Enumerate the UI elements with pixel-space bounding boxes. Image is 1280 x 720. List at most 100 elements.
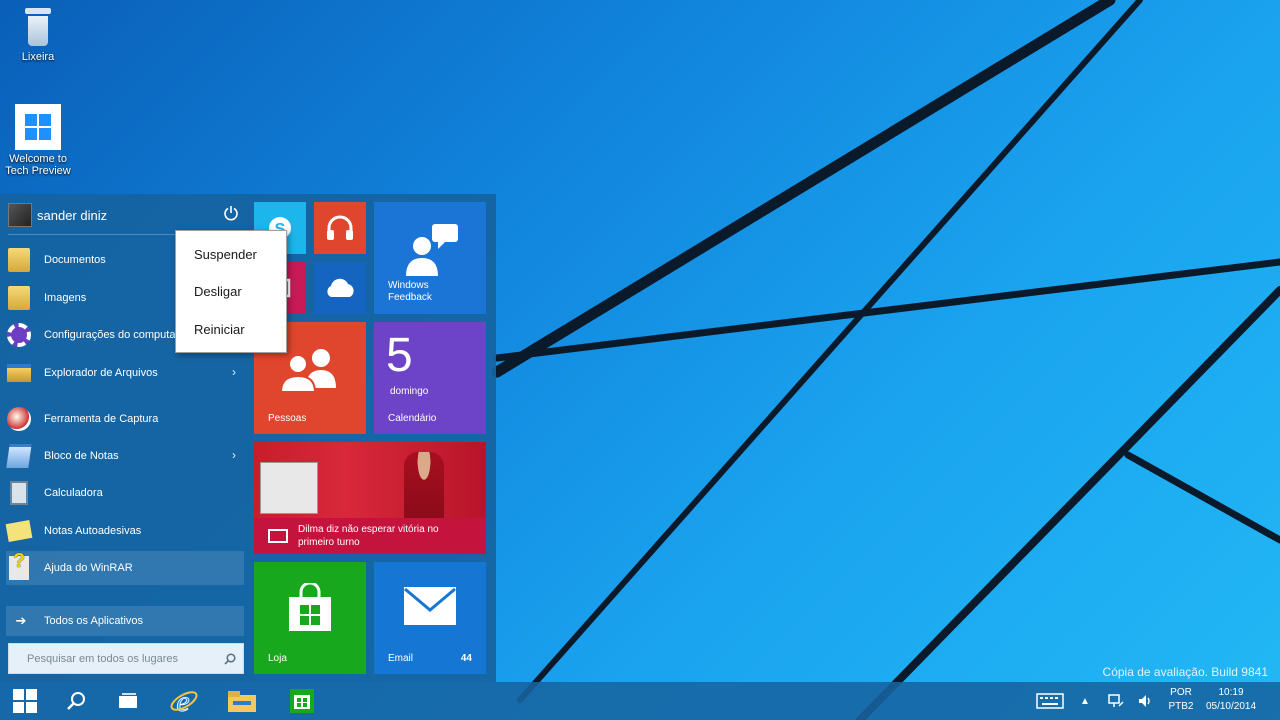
power-options-menu: Suspender Desligar Reiniciar [175, 230, 287, 353]
file-explorer-icon [228, 691, 256, 712]
shopping-bag-icon [284, 582, 336, 634]
keyboard-layout: PTB2 [1168, 701, 1194, 712]
arrow-right-icon: ➔ [15, 613, 27, 628]
show-hidden-icons-button[interactable]: ▲ [1076, 682, 1094, 720]
search-icon [67, 692, 85, 710]
tile-calendar[interactable]: 5 domingo Calendário [374, 322, 486, 434]
taskbar: e ▲ POR PTB2 10:19 05/10/2014 [0, 682, 1280, 720]
news-caption-bar: Dilma diz não esperar vitória no primeir… [254, 518, 486, 554]
folder-icon [6, 247, 32, 273]
feedback-icon [402, 222, 462, 278]
chevron-right-icon[interactable]: › [232, 365, 236, 379]
evaluation-watermark: Cópia de avaliação. Build 9841 [1102, 665, 1268, 679]
tile-news[interactable]: Dilma diz não esperar vitória no primeir… [254, 442, 486, 554]
start-item-label: Configurações do computador [44, 329, 192, 341]
calculator-icon [6, 480, 32, 506]
volume-button[interactable] [1134, 682, 1158, 720]
tile-music[interactable] [314, 202, 366, 254]
task-view-icon [119, 693, 137, 708]
user-account[interactable]: sander diniz [8, 202, 244, 228]
gear-icon [6, 322, 32, 348]
people-icon [278, 344, 342, 394]
start-item-explorador[interactable]: Explorador de Arquivos › [6, 356, 244, 390]
language-code: POR [1170, 687, 1192, 698]
start-item-label: Ferramenta de Captura [44, 413, 159, 425]
sticky-notes-icon [5, 518, 33, 544]
all-apps-button[interactable]: ➔ Todos os Aplicativos [6, 606, 244, 636]
tile-store[interactable]: Loja [254, 562, 366, 674]
start-item-label: Documentos [44, 254, 106, 266]
user-name: sander diniz [37, 207, 108, 223]
internet-explorer-icon: e [170, 686, 198, 716]
power-icon [224, 206, 238, 221]
calendar-day: 5 [386, 329, 413, 382]
taskbar-search-button[interactable] [54, 682, 98, 720]
start-item-notas-autoadesivas[interactable]: Notas Autoadesivas [5, 514, 244, 548]
start-item-calculadora[interactable]: Calculadora [6, 476, 244, 510]
svg-text:e: e [176, 686, 189, 716]
network-status-button[interactable] [1104, 682, 1128, 720]
start-item-label: Notas Autoadesivas [44, 525, 142, 537]
start-item-label: Bloco de Notas [44, 450, 119, 462]
start-item-captura[interactable]: Ferramenta de Captura [6, 402, 244, 436]
cloud-icon [314, 262, 366, 314]
taskbar-file-explorer[interactable] [218, 682, 266, 720]
chevron-right-icon[interactable]: › [232, 448, 236, 462]
start-button[interactable] [0, 682, 50, 720]
ballot-box-icon [260, 462, 318, 514]
power-option-suspender[interactable]: Suspender [194, 247, 257, 262]
keyboard-icon [1036, 693, 1064, 709]
task-view-button[interactable] [106, 682, 150, 720]
headphones-icon [314, 202, 366, 254]
power-option-reiniciar[interactable]: Reiniciar [194, 322, 245, 337]
search-input[interactable] [9, 644, 217, 673]
tile-label: Pessoas [268, 413, 307, 424]
windows-logo-icon [15, 104, 61, 150]
search-box [8, 643, 244, 674]
start-item-label: Explorador de Arquivos [44, 367, 158, 379]
input-language-indicator[interactable]: POR PTB2 [1162, 686, 1200, 714]
winrar-help-icon [6, 550, 32, 581]
recycle-bin-icon [23, 6, 53, 48]
file-explorer-icon [6, 360, 32, 386]
tile-label: Windows Feedback [388, 280, 432, 303]
pictures-folder-icon [6, 285, 32, 311]
start-item-label: Ajuda do WinRAR [44, 562, 133, 574]
notepad-icon [6, 443, 32, 469]
tile-onedrive[interactable] [314, 262, 366, 314]
power-button[interactable] [222, 205, 240, 223]
avatar [8, 203, 32, 227]
tile-mail[interactable]: Email 44 [374, 562, 486, 674]
desktop-icon-recycle-bin[interactable]: Lixeira [0, 6, 78, 63]
start-item-ajuda-winrar[interactable]: Ajuda do WinRAR [6, 550, 244, 585]
windows-logo-icon [13, 689, 37, 713]
tile-windows-feedback[interactable]: Windows Feedback [374, 202, 486, 314]
touch-keyboard-button[interactable] [1030, 682, 1070, 720]
search-icon[interactable] [217, 644, 243, 673]
chevron-up-icon: ▲ [1080, 695, 1090, 707]
clock[interactable]: 10:19 05/10/2014 [1196, 686, 1266, 714]
store-icon [290, 689, 314, 713]
taskbar-store[interactable] [278, 682, 326, 720]
calendar-weekday: domingo [390, 386, 429, 397]
speaker-icon [1139, 695, 1150, 707]
tile-label: Calendário [388, 413, 437, 424]
taskbar-internet-explorer[interactable]: e [160, 682, 208, 720]
news-headline: Dilma diz não esperar vitória no primeir… [298, 524, 439, 548]
network-icon [1108, 694, 1124, 707]
mail-count-badge: 44 [460, 653, 472, 664]
news-photo [254, 442, 486, 518]
news-icon [268, 529, 288, 543]
desktop-icon-label: Lixeira [21, 51, 55, 63]
all-apps-label: Todos os Aplicativos [44, 615, 144, 627]
desktop-icon-welcome[interactable]: Welcome to Tech Preview [0, 104, 78, 177]
desktop-icon-label: Welcome to Tech Preview [5, 153, 71, 177]
tile-label: Loja [268, 653, 287, 664]
start-item-bloco-de-notas[interactable]: Bloco de Notas › [6, 439, 244, 473]
power-option-desligar[interactable]: Desligar [194, 284, 242, 299]
tile-label: Email [388, 653, 414, 664]
envelope-icon [402, 586, 458, 626]
clock-time: 10:19 [1218, 687, 1244, 698]
start-item-label: Imagens [44, 292, 87, 304]
clock-date: 05/10/2014 [1205, 701, 1257, 712]
